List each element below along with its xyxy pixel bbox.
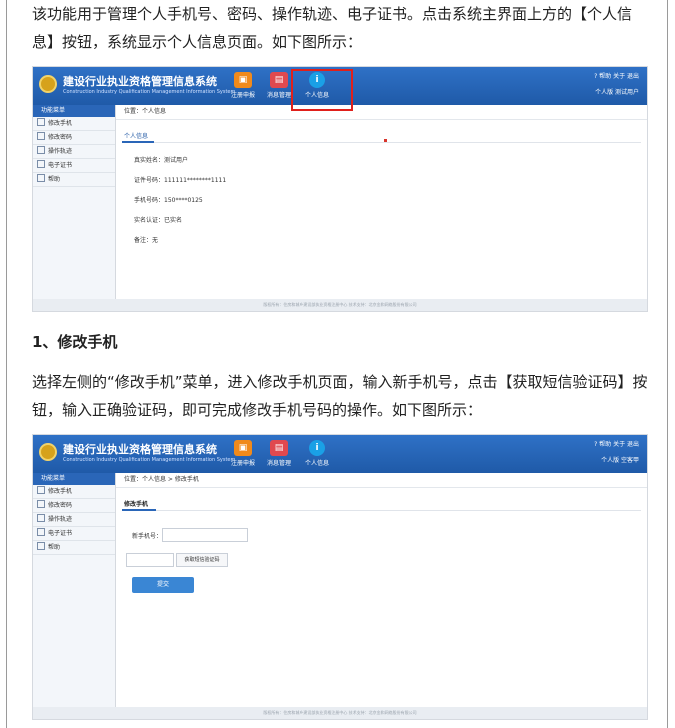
field-label: 手机号码： bbox=[134, 197, 165, 204]
red-marker bbox=[384, 139, 387, 142]
document-icon bbox=[37, 528, 45, 536]
sidebar-title: 功能菜单 bbox=[33, 473, 115, 485]
document-icon bbox=[37, 486, 45, 494]
sidebar-item-e-certificate[interactable]: 电子证书 bbox=[33, 527, 115, 541]
main-content: 位置：个人信息 > 修改手机 修改手机 新手机号： 获取短信验证码 提交 bbox=[116, 473, 647, 707]
field-id-number: 证件号码：111111********1111 bbox=[134, 175, 226, 184]
field-label: 实名认证： bbox=[134, 217, 165, 224]
sidebar-item-label: 电子证书 bbox=[48, 530, 73, 537]
document-icon bbox=[37, 174, 45, 182]
sidebar-item-label: 帮助 bbox=[48, 176, 61, 183]
sidebar-item-e-certificate[interactable]: 电子证书 bbox=[33, 159, 115, 173]
get-sms-code-button[interactable]: 获取短信验证码 bbox=[176, 553, 228, 567]
sidebar: 功能菜单 修改手机 修改密码 操作轨迹 电子证书 帮助 bbox=[33, 105, 116, 299]
sidebar: 功能菜单 修改手机 修改密码 操作轨迹 电子证书 帮助 bbox=[33, 473, 116, 707]
breadcrumb: 位置：个人信息 > 修改手机 bbox=[116, 473, 647, 488]
intro-paragraph: 该功能用于管理个人手机号、密码、操作轨迹、电子证书。点击系统主界面上方的【个人信… bbox=[32, 5, 633, 51]
sidebar-item-change-phone[interactable]: 修改手机 bbox=[33, 485, 115, 499]
new-phone-label: 新手机号： bbox=[132, 533, 163, 540]
field-label: 备注： bbox=[134, 237, 153, 244]
submit-button[interactable]: 提交 bbox=[132, 577, 194, 593]
tab-active-underline bbox=[122, 509, 156, 511]
field-remark: 备注：无 bbox=[134, 235, 158, 244]
field-value: 已实名 bbox=[164, 217, 183, 224]
sidebar-item-label: 操作轨迹 bbox=[48, 516, 73, 523]
document-icon bbox=[37, 514, 45, 522]
tab-divider bbox=[122, 510, 641, 511]
current-user: 个人版 测试用户 bbox=[595, 89, 639, 96]
screenshot-personal-info: 建设行业执业资格管理信息系统 Construction Industry Qua… bbox=[32, 66, 648, 312]
message-icon: ▤ bbox=[270, 72, 288, 88]
sms-code-input[interactable] bbox=[126, 553, 174, 567]
document-icon bbox=[37, 146, 45, 154]
register-icon: ▣ bbox=[234, 72, 252, 88]
nav-personal-info[interactable]: i 个人信息 bbox=[295, 438, 339, 472]
sidebar-item-label: 操作轨迹 bbox=[48, 148, 73, 155]
sidebar-item-label: 修改密码 bbox=[48, 502, 73, 509]
document-icon bbox=[37, 160, 45, 168]
nav-personal-info-label: 个人信息 bbox=[304, 460, 329, 467]
app-footer: 版权所有：住房和城乡建设部执业资格注册中心 技术支持：北京金和网络股份有限公司 bbox=[33, 707, 647, 719]
page-border-left bbox=[6, 0, 7, 728]
document-icon bbox=[37, 500, 45, 508]
app-footer: 版权所有：住房和城乡建设部执业资格注册中心 技术支持：北京金和网络股份有限公司 bbox=[33, 299, 647, 311]
tab-personal-info[interactable]: 个人信息 bbox=[124, 131, 148, 140]
field-value: 测试用户 bbox=[164, 157, 189, 164]
breadcrumb: 位置：个人信息 bbox=[116, 105, 647, 120]
document-icon bbox=[37, 118, 45, 126]
sidebar-item-label: 修改密码 bbox=[48, 134, 73, 141]
sidebar-item-operation-trail[interactable]: 操作轨迹 bbox=[33, 145, 115, 159]
top-links[interactable]: ? 帮助 关于 退出 bbox=[594, 439, 639, 448]
sidebar-item-change-password[interactable]: 修改密码 bbox=[33, 131, 115, 145]
sidebar-title: 功能菜单 bbox=[33, 105, 115, 117]
document-icon bbox=[37, 132, 45, 140]
sidebar-item-label: 修改手机 bbox=[48, 120, 73, 127]
current-user: 个人版 空客甲 bbox=[601, 457, 639, 464]
screenshot-change-phone: 建设行业执业资格管理信息系统 Construction Industry Qua… bbox=[32, 434, 648, 720]
field-label: 证件号码： bbox=[134, 177, 165, 184]
sidebar-item-operation-trail[interactable]: 操作轨迹 bbox=[33, 513, 115, 527]
field-phone: 手机号码：150****0125 bbox=[134, 195, 203, 204]
info-icon: i bbox=[309, 440, 325, 456]
tab-divider bbox=[122, 142, 641, 143]
field-value: 无 bbox=[152, 237, 159, 244]
app-subtitle: Construction Industry Qualification Mana… bbox=[63, 457, 236, 463]
national-emblem-icon bbox=[39, 75, 57, 93]
app-title: 建设行业执业资格管理信息系统 bbox=[63, 75, 217, 88]
main-content: 位置：个人信息 个人信息 真实姓名：测试用户 证件号码：111111******… bbox=[116, 105, 647, 299]
section-heading: 1、修改手机 bbox=[32, 333, 118, 351]
app-header: 建设行业执业资格管理信息系统 Construction Industry Qua… bbox=[33, 435, 647, 473]
field-real-name: 真实姓名：测试用户 bbox=[134, 155, 188, 164]
sidebar-item-label: 修改手机 bbox=[48, 488, 73, 495]
sidebar-item-change-password[interactable]: 修改密码 bbox=[33, 499, 115, 513]
sidebar-item-change-phone[interactable]: 修改手机 bbox=[33, 117, 115, 131]
top-links[interactable]: ? 帮助 关于 退出 bbox=[594, 71, 639, 80]
new-phone-input[interactable] bbox=[162, 528, 248, 542]
page-border-right bbox=[667, 0, 668, 728]
register-icon: ▣ bbox=[234, 440, 252, 456]
tab-change-phone[interactable]: 修改手机 bbox=[124, 499, 148, 508]
sidebar-item-label: 电子证书 bbox=[48, 162, 73, 169]
tab-active-underline bbox=[122, 141, 154, 143]
app-title: 建设行业执业资格管理信息系统 bbox=[63, 443, 217, 456]
sidebar-item-label: 帮助 bbox=[48, 544, 61, 551]
sidebar-item-help[interactable]: 帮助 bbox=[33, 173, 115, 187]
sidebar-item-help[interactable]: 帮助 bbox=[33, 541, 115, 555]
field-label: 真实姓名： bbox=[134, 157, 165, 164]
field-value: 111111********1111 bbox=[164, 177, 227, 184]
app-subtitle: Construction Industry Qualification Mana… bbox=[63, 89, 236, 95]
message-icon: ▤ bbox=[270, 440, 288, 456]
document-icon bbox=[37, 542, 45, 550]
national-emblem-icon bbox=[39, 443, 57, 461]
section-paragraph: 选择左侧的“修改手机”菜单，进入修改手机页面，输入新手机号，点击【获取短信验证码… bbox=[32, 373, 648, 419]
field-verified: 实名认证：已实名 bbox=[134, 215, 182, 224]
field-value: 150****0125 bbox=[164, 197, 203, 204]
